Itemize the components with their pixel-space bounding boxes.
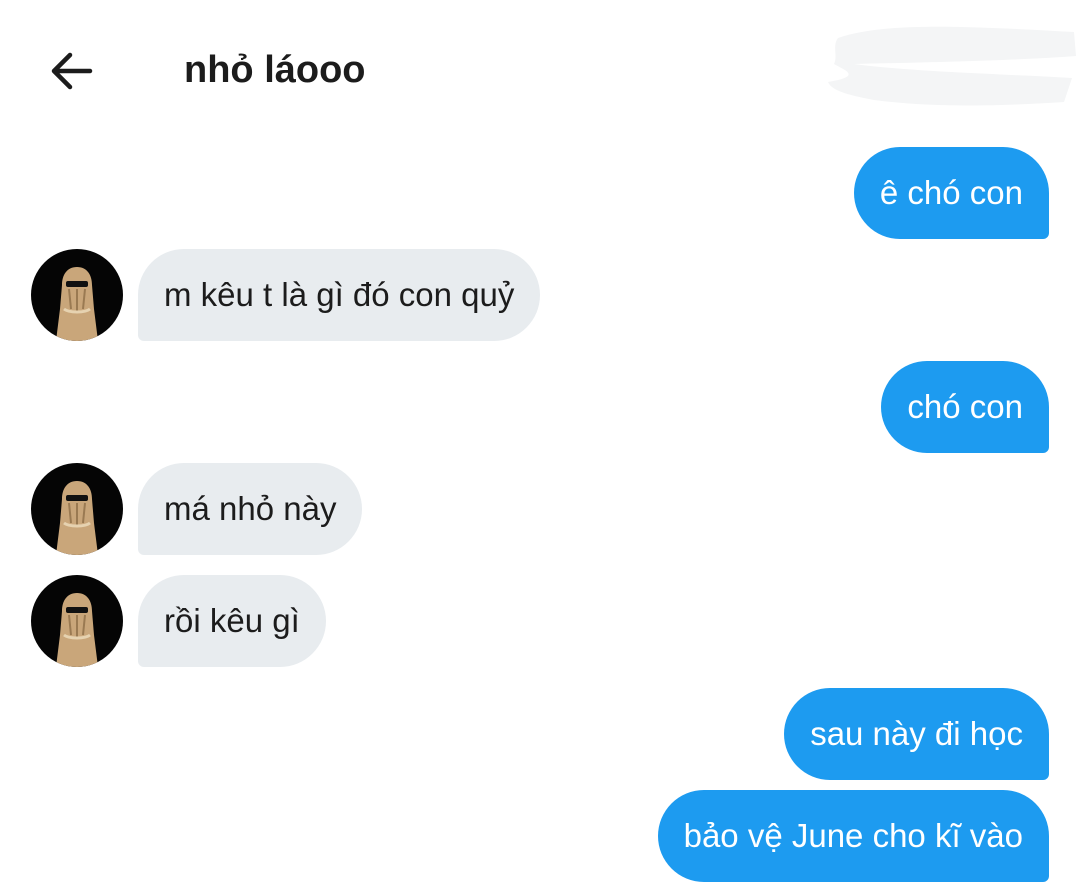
outgoing-message-bubble[interactable]: sau này đi học xyxy=(784,688,1049,780)
contact-avatar[interactable] xyxy=(31,463,123,555)
contact-avatar[interactable] xyxy=(31,249,123,341)
incoming-message-bubble[interactable]: rồi kêu gì xyxy=(138,575,326,667)
outgoing-message-bubble[interactable]: ê chó con xyxy=(853,147,1049,239)
contact-avatar[interactable] xyxy=(31,575,123,667)
message-list: ê chó con m kêu t là gì đó con quỷ chó c… xyxy=(0,0,1080,884)
incoming-message-bubble[interactable]: má nhỏ này xyxy=(138,463,363,555)
outgoing-message-bubble[interactable]: chó con xyxy=(881,361,1049,453)
outgoing-message-bubble[interactable]: bảo vệ June cho kĩ vào xyxy=(657,790,1049,882)
incoming-message-bubble[interactable]: m kêu t là gì đó con quỷ xyxy=(138,249,541,341)
